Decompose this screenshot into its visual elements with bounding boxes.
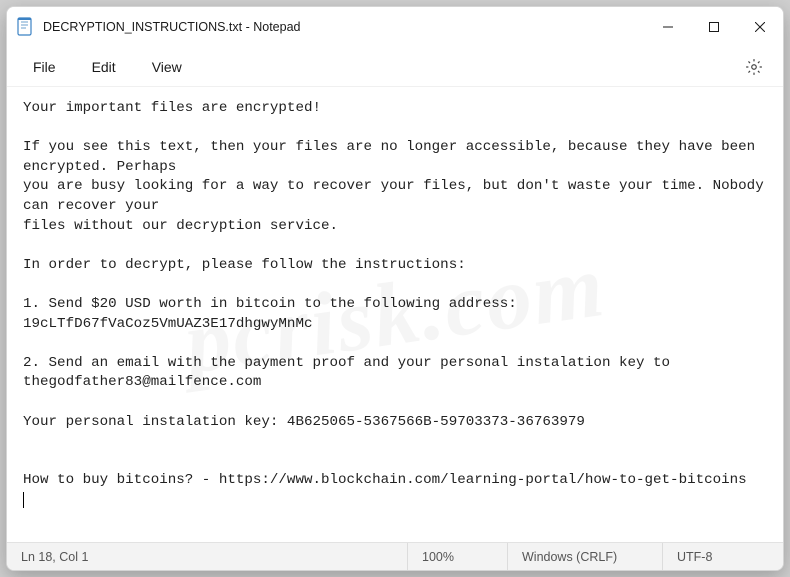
- status-zoom[interactable]: 100%: [408, 543, 508, 570]
- window-title: DECRYPTION_INSTRUCTIONS.txt - Notepad: [43, 20, 645, 34]
- titlebar[interactable]: DECRYPTION_INSTRUCTIONS.txt - Notepad: [7, 7, 783, 47]
- status-encoding[interactable]: UTF-8: [663, 543, 783, 570]
- menu-file[interactable]: File: [19, 53, 70, 81]
- statusbar: Ln 18, Col 1 100% Windows (CRLF) UTF-8: [7, 542, 783, 570]
- menu-edit[interactable]: Edit: [78, 53, 130, 81]
- menu-view[interactable]: View: [138, 53, 196, 81]
- text-cursor: [23, 492, 24, 508]
- notepad-icon: [17, 17, 33, 37]
- minimize-button[interactable]: [645, 7, 691, 47]
- settings-button[interactable]: [737, 50, 771, 84]
- document-text: Your important files are encrypted! If y…: [23, 100, 772, 488]
- close-button[interactable]: [737, 7, 783, 47]
- maximize-button[interactable]: [691, 7, 737, 47]
- window-controls: [645, 7, 783, 47]
- status-cursor-position[interactable]: Ln 18, Col 1: [7, 543, 408, 570]
- text-editor-area[interactable]: Your important files are encrypted! If y…: [7, 87, 783, 542]
- status-line-ending[interactable]: Windows (CRLF): [508, 543, 663, 570]
- menubar: File Edit View: [7, 47, 783, 87]
- notepad-window: DECRYPTION_INSTRUCTIONS.txt - Notepad Fi…: [6, 6, 784, 571]
